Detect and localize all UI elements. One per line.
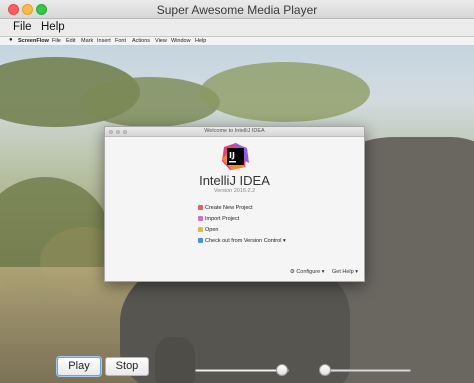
menu-help[interactable]: Help — [41, 21, 65, 33]
acacia-tree — [80, 77, 220, 127]
recorded-menu-item: File — [52, 38, 61, 44]
recorded-menu-item: Edit — [66, 38, 76, 44]
vcs-download-icon — [198, 238, 203, 243]
apple-icon: ● — [9, 37, 13, 43]
menu-file[interactable]: File — [13, 21, 32, 33]
svg-text:IJ: IJ — [229, 151, 235, 160]
recorded-menu-item: Insert — [97, 38, 111, 44]
intellij-welcome-dialog: Welcome to IntelliJ IDEA IJ IntelliJ IDE… — [104, 126, 365, 282]
acacia-tree — [200, 62, 370, 122]
recorded-menu-item: Actions — [132, 38, 151, 44]
action-label: Open — [205, 227, 219, 233]
get-help-menu: Get Help ▾ — [332, 269, 358, 275]
intellij-logo-icon: IJ — [222, 143, 249, 170]
product-name: IntelliJ IDEA — [199, 173, 270, 188]
recorded-menu-item: Mark — [81, 38, 94, 44]
recorded-menu-item: Help — [195, 38, 207, 44]
import-project-icon — [198, 216, 203, 221]
media-player-window: Super Awesome Media Player File Help ● S… — [0, 0, 474, 383]
folder-icon — [198, 227, 203, 232]
create-new-project-link: Create New Project — [198, 205, 253, 214]
window-title: Super Awesome Media Player — [156, 3, 318, 17]
dialog-footer: ⚙ Configure ▾ Get Help ▾ — [284, 269, 358, 275]
action-label: Check out from Version Control ▾ — [205, 238, 286, 244]
recorded-menu-item: Font — [115, 38, 127, 44]
recorded-menu-item: Window — [171, 38, 191, 44]
recorded-menu-item: View — [155, 38, 167, 44]
checkout-vcs-link: Check out from Version Control ▾ — [198, 238, 286, 247]
open-project-link: Open — [198, 227, 218, 236]
action-label: Create New Project — [205, 205, 253, 211]
progress-fill — [196, 370, 282, 371]
title-bar: Super Awesome Media Player — [0, 0, 474, 19]
dialog-title-bar: Welcome to IntelliJ IDEA — [105, 127, 364, 137]
configure-menu: ⚙ Configure ▾ — [289, 269, 325, 275]
product-version: Version 2016.2.2 — [213, 188, 256, 194]
stop-button[interactable]: Stop — [105, 357, 149, 376]
recorded-menu-bar: ● ScreenFlow File Edit Mark Insert Font … — [0, 37, 474, 46]
create-project-icon — [198, 205, 203, 210]
menu-bar: File Help — [0, 19, 474, 37]
dialog-title: Welcome to IntelliJ IDEA — [204, 128, 265, 134]
progress-slider[interactable] — [195, 369, 289, 372]
video-frame: ● ScreenFlow File Edit Mark Insert Font … — [0, 37, 474, 383]
import-project-link: Import Project — [198, 216, 239, 225]
play-button[interactable]: Play — [57, 357, 101, 376]
volume-slider-knob[interactable] — [318, 364, 331, 376]
elephant-trunk — [155, 337, 195, 383]
recorded-menu-item: ScreenFlow — [18, 38, 49, 44]
action-label: Import Project — [205, 216, 240, 222]
volume-slider[interactable] — [320, 369, 411, 372]
